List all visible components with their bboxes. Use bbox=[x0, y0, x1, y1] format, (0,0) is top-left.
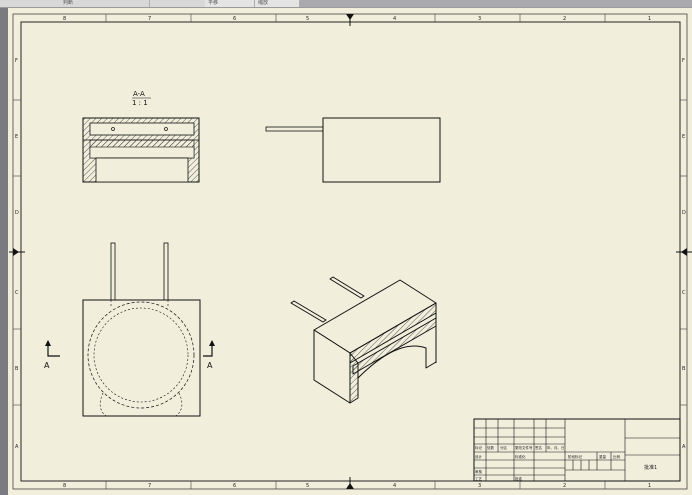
zone-ticks bbox=[13, 14, 687, 489]
section-scale: 1 : 1 bbox=[132, 99, 148, 107]
zone-row-label: E bbox=[15, 134, 18, 140]
zone-col-label: 4 bbox=[393, 483, 396, 489]
tb-stage: 阶段标记 bbox=[568, 454, 582, 459]
tb-scale: 比例 bbox=[613, 454, 621, 459]
tb-approve: 批准 bbox=[515, 476, 523, 481]
zone-col-label: 7 bbox=[148, 483, 151, 489]
tb-header-mark: 标记 bbox=[475, 445, 483, 450]
zone-col-label: 8 bbox=[63, 16, 66, 22]
zone-row-label: F bbox=[682, 58, 685, 64]
toolbar-item[interactable]: 缩放 bbox=[255, 0, 300, 7]
tb-header-date: 年、月、日 bbox=[547, 445, 565, 450]
zone-row-label: D bbox=[15, 210, 19, 216]
zone-labels: 8 7 6 5 4 3 2 1 8 7 6 5 4 3 2 1 F E D C … bbox=[15, 16, 686, 489]
tb-review: 审核 bbox=[475, 469, 483, 474]
tb-header-change: 更改文件号 bbox=[515, 445, 533, 450]
zone-col-label: 1 bbox=[648, 16, 651, 22]
zone-row-label: B bbox=[15, 366, 19, 372]
zone-row-label: C bbox=[682, 290, 686, 296]
side-view[interactable] bbox=[265, 117, 441, 183]
zone-row-label: A bbox=[682, 444, 686, 450]
zone-col-label: 1 bbox=[648, 483, 651, 489]
tb-header-count: 处数 bbox=[487, 445, 495, 450]
zone-row-label: D bbox=[682, 210, 686, 216]
drawing-sheet[interactable]: 8 7 6 5 4 3 2 1 8 7 6 5 4 3 2 1 F E D C … bbox=[8, 8, 692, 495]
tb-standard: 标准化 bbox=[515, 454, 526, 459]
section-title: A-A bbox=[133, 90, 145, 98]
tb-weight: 重量 bbox=[599, 454, 607, 459]
window-toolbar: 判断 平移 缩放 bbox=[0, 0, 692, 8]
tb-design: 设计 bbox=[475, 454, 483, 459]
zone-col-label: 4 bbox=[393, 16, 396, 22]
view-label-right: A bbox=[207, 361, 213, 370]
zone-col-label: 6 bbox=[233, 483, 236, 489]
inner-border bbox=[20, 21, 681, 482]
zone-row-label: F bbox=[15, 58, 18, 64]
left-panel-strip bbox=[0, 8, 8, 495]
front-view[interactable]: A A bbox=[44, 242, 215, 417]
zone-col-label: 6 bbox=[233, 16, 236, 22]
zone-col-label: 5 bbox=[306, 16, 309, 22]
title-block-text: 标记 处数 分区 更改文件号 签名 年、月、日 设计 标准化 审核 工艺 批准 … bbox=[475, 445, 621, 481]
section-view-aa[interactable]: A-A 1 : 1 bbox=[82, 90, 200, 183]
title-block[interactable] bbox=[473, 418, 681, 482]
view-label-left: A bbox=[44, 361, 50, 370]
zone-col-label: 2 bbox=[563, 483, 566, 489]
drawing-canvas[interactable]: 8 7 6 5 4 3 2 1 8 7 6 5 4 3 2 1 F E D C … bbox=[8, 8, 692, 495]
isometric-view[interactable] bbox=[290, 276, 437, 404]
tb-process: 工艺 bbox=[475, 476, 483, 481]
centering-marks bbox=[9, 14, 692, 489]
zone-row-label: E bbox=[682, 134, 685, 140]
tb-header-zone: 分区 bbox=[500, 445, 508, 450]
zone-col-label: 7 bbox=[148, 16, 151, 22]
toolbar-item[interactable]: 判断 bbox=[60, 0, 150, 7]
zone-col-label: 2 bbox=[563, 16, 566, 22]
zone-row-label: C bbox=[15, 290, 19, 296]
toolbar-item[interactable]: 平移 bbox=[205, 0, 255, 7]
toolbar-background bbox=[300, 0, 692, 7]
outer-border bbox=[12, 13, 688, 490]
zone-col-label: 3 bbox=[478, 483, 481, 489]
zone-col-label: 3 bbox=[478, 16, 481, 22]
zone-col-label: 8 bbox=[63, 483, 66, 489]
zone-row-label: A bbox=[15, 444, 19, 450]
zone-row-label: B bbox=[682, 366, 686, 372]
zone-col-label: 5 bbox=[306, 483, 309, 489]
tb-sheet-name: 批准1 bbox=[644, 464, 657, 471]
tb-header-sign: 签名 bbox=[535, 445, 542, 450]
